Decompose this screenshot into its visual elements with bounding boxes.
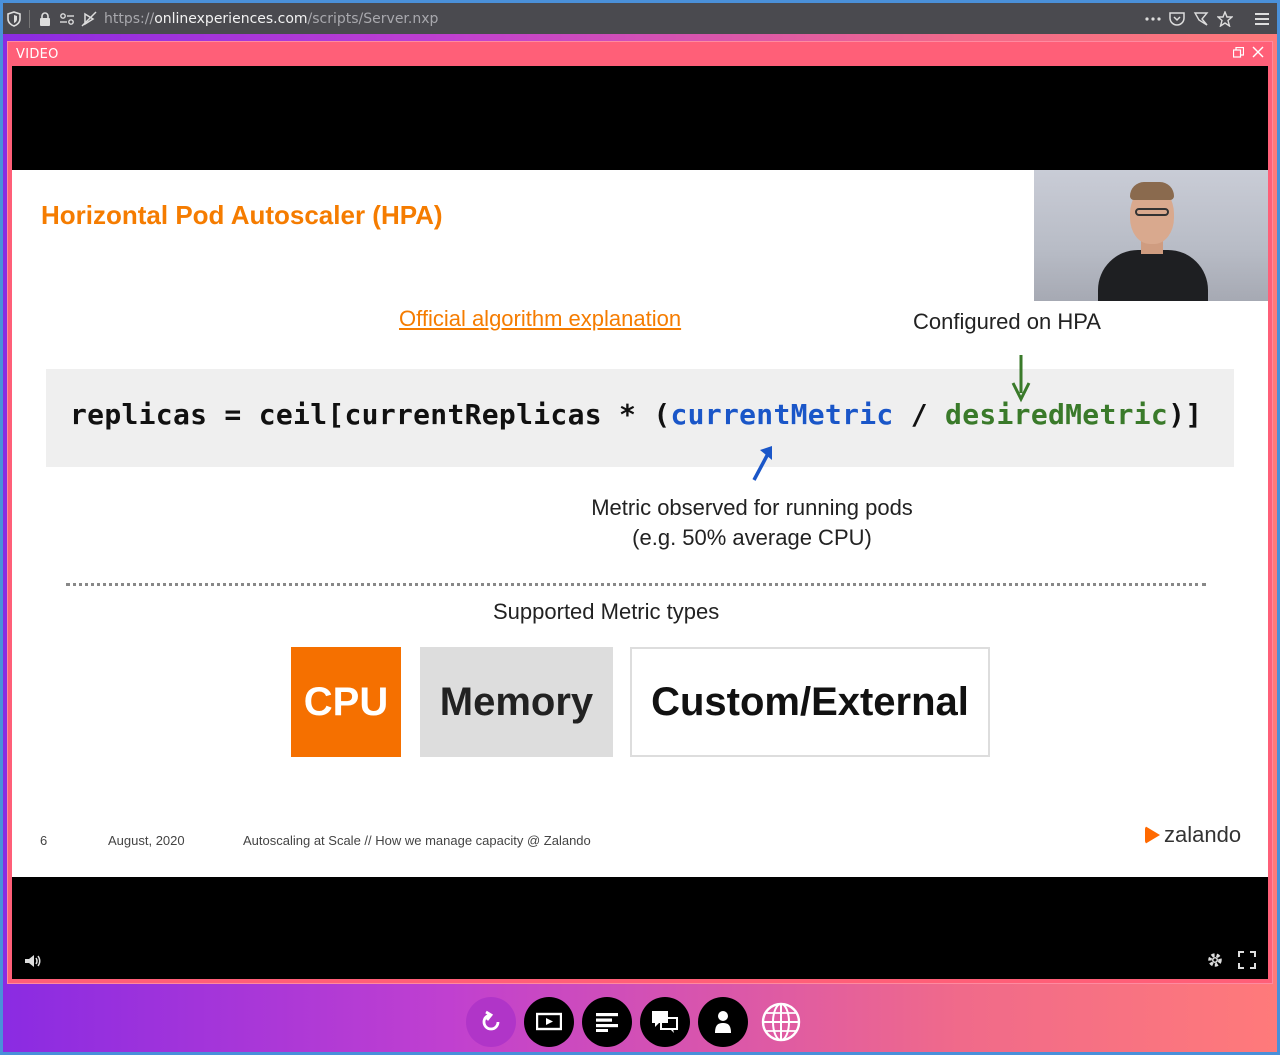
fullscreen-icon[interactable]	[1238, 951, 1256, 974]
video-panel-title: VIDEO	[16, 46, 59, 62]
settings-gear-icon[interactable]	[1206, 951, 1224, 974]
pocket-icon[interactable]	[1165, 3, 1189, 34]
url-text[interactable]: https://onlinexperiences.com/scripts/Ser…	[104, 11, 438, 27]
formula-current-metric: currentMetric	[670, 398, 894, 431]
address-bar: https://onlinexperiences.com/scripts/Ser…	[3, 3, 1277, 34]
globe-icon	[761, 1002, 801, 1042]
screenshot-icon[interactable]	[1189, 3, 1213, 34]
zalando-wordmark: zalando	[1164, 822, 1242, 847]
lock-icon[interactable]	[34, 3, 56, 34]
video-panel-header: VIDEO	[8, 42, 1272, 66]
green-arrow-icon	[1011, 355, 1031, 403]
url-separator	[29, 9, 30, 28]
agenda-button[interactable]	[582, 997, 632, 1047]
chat-button[interactable]	[640, 997, 690, 1047]
presentation-slide: Horizontal Pod Autoscaler (HPA) Official…	[12, 170, 1268, 877]
refresh-icon	[482, 1010, 500, 1031]
supported-heading: Supported Metric types	[493, 599, 720, 624]
url-host: onlinexperiences.com	[154, 10, 308, 27]
language-button[interactable]	[756, 997, 806, 1047]
hamburger-menu-icon[interactable]	[1247, 3, 1277, 34]
formula-part1: replicas = ceil[currentReplicas * (	[70, 398, 671, 431]
slide-page-number: 6	[40, 833, 48, 848]
speaker-hair	[1130, 182, 1174, 200]
profile-icon	[715, 1011, 731, 1033]
screen-button[interactable]	[524, 997, 574, 1047]
algorithm-link[interactable]: Official algorithm explanation	[399, 306, 681, 332]
shield-icon[interactable]	[3, 3, 25, 34]
metric-custom: Custom/External	[630, 647, 990, 757]
chat-icon	[652, 1011, 678, 1033]
autoplay-blocked-icon[interactable]	[78, 3, 100, 34]
url-scheme: https://	[104, 10, 155, 27]
formula: replicas = ceil[currentReplicas * (curre…	[70, 398, 1202, 431]
video-panel-actions	[1232, 46, 1264, 62]
bottom-toolbar	[466, 997, 806, 1047]
profile-button[interactable]	[698, 997, 748, 1047]
speaker-body	[1098, 250, 1208, 301]
close-icon[interactable]	[1252, 46, 1264, 62]
url-actions	[1141, 3, 1277, 34]
configured-label: Configured on HPA	[913, 309, 1101, 334]
speaker-webcam	[1034, 170, 1268, 301]
video-player[interactable]: Horizontal Pod Autoscaler (HPA) Official…	[12, 66, 1268, 979]
video-panel: VIDEO Horizontal Pod Autoscaler (HPA) Of…	[7, 41, 1273, 984]
dotted-divider	[66, 583, 1206, 586]
slide-date: August, 2020	[108, 833, 185, 848]
restore-window-icon[interactable]	[1232, 46, 1245, 62]
formula-part2: )]	[1168, 398, 1203, 431]
zalando-logo: zalando	[1145, 822, 1241, 848]
video-controls-right	[1206, 951, 1256, 974]
agenda-icon	[596, 1013, 618, 1032]
screen-icon	[536, 1012, 562, 1031]
permissions-icon[interactable]	[56, 3, 78, 34]
slide-description: Autoscaling at Scale // How we manage ca…	[243, 833, 591, 848]
url-path: /scripts/Server.nxp	[307, 10, 439, 27]
observed-line2: (e.g. 50% average CPU)	[632, 525, 872, 550]
formula-desired-metric: desiredMetric	[945, 398, 1169, 431]
bookmark-star-icon[interactable]	[1213, 3, 1237, 34]
observed-line1: Metric observed for running pods	[591, 495, 913, 520]
metric-cpu: CPU	[291, 647, 401, 757]
video-controls	[12, 946, 1268, 979]
metric-memory: Memory	[420, 647, 613, 757]
volume-icon[interactable]	[24, 952, 42, 973]
zalando-logo-icon	[1145, 826, 1160, 844]
more-icon[interactable]	[1141, 3, 1165, 34]
observed-caption: Metric observed for running pods (e.g. 5…	[572, 493, 932, 553]
slide-title: Horizontal Pod Autoscaler (HPA)	[41, 200, 443, 230]
speaker-glasses	[1135, 208, 1169, 216]
formula-divider: /	[893, 398, 946, 431]
blue-arrow-icon	[752, 446, 772, 481]
refresh-button[interactable]	[466, 997, 516, 1047]
